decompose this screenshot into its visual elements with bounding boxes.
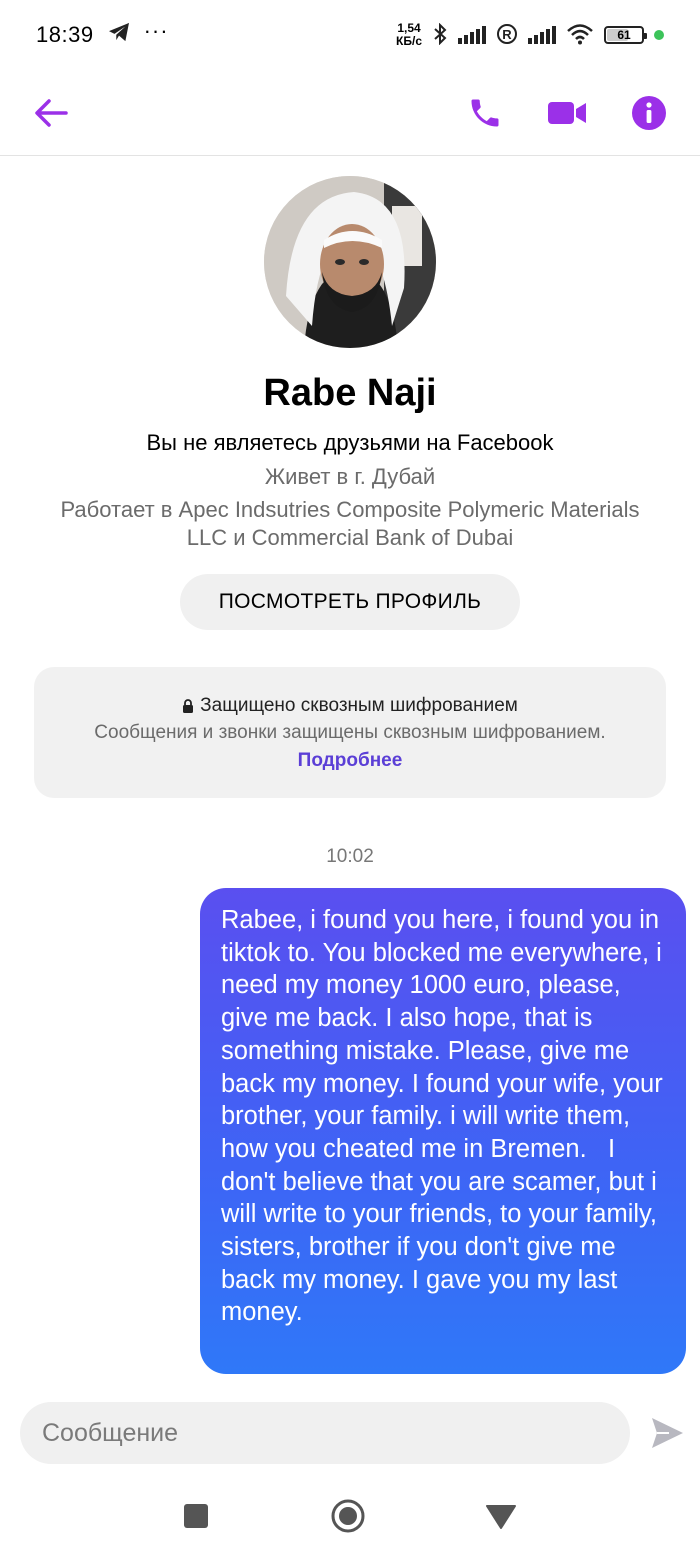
profile-avatar[interactable] [264, 176, 436, 348]
wifi-icon [566, 23, 594, 48]
back-nav-button[interactable] [481, 1496, 521, 1536]
phone-icon [471, 99, 499, 126]
video-call-button[interactable] [544, 90, 590, 136]
message-input[interactable]: Сообщение [20, 1402, 630, 1464]
outgoing-message-bubble[interactable]: Rabee, i found you here, i found you in … [200, 888, 686, 1374]
battery-icon: 61 [604, 26, 647, 44]
bluetooth-icon [432, 22, 448, 48]
more-notifications-icon: ··· [143, 18, 169, 43]
encryption-description: Сообщения и звонки защищены сквозным шиф… [34, 719, 666, 775]
view-profile-button[interactable]: ПОСМОТРЕТЬ ПРОФИЛЬ [180, 574, 520, 630]
message-timestamp: 10:02 [326, 846, 374, 867]
encryption-title-row: Защищено сквозным шифрованием [34, 695, 666, 717]
profile-name: Rabe Naji [263, 372, 437, 414]
home-button[interactable] [328, 1496, 368, 1536]
network-speed: 1,54 КБ/с [396, 22, 422, 48]
square-icon [184, 1504, 208, 1528]
video-camera-icon [548, 101, 586, 124]
voice-call-button[interactable] [462, 90, 508, 136]
recents-button[interactable] [176, 1496, 216, 1536]
network-speed-unit: КБ/с [396, 34, 422, 48]
profile-workplace: Работает в Apec Indsutries Composite Pol… [60, 497, 640, 550]
profile-location: Живет в г. Дубай [264, 464, 436, 489]
status-bar: 18:39 ··· 1,54 КБ/с R 61 [0, 0, 700, 70]
cellular-signal-icon [458, 26, 486, 44]
conversation-info-button[interactable] [626, 90, 672, 136]
send-icon [652, 1418, 683, 1448]
learn-more-link[interactable]: Подробнее [298, 750, 403, 771]
conversation-header [0, 70, 700, 156]
info-icon [632, 95, 666, 130]
encryption-title: Защищено сквозным шифрованием [200, 695, 518, 716]
telegram-icon [108, 22, 130, 48]
lock-icon [183, 699, 194, 713]
back-button[interactable] [28, 90, 74, 136]
roaming-icon: R [496, 23, 518, 48]
avatar-photo [264, 176, 436, 348]
status-left: 18:39 ··· [36, 18, 169, 48]
status-time: 18:39 [36, 22, 94, 47]
home-circle-icon [331, 1499, 365, 1533]
encryption-text: Сообщения и звонки защищены сквозным шиф… [94, 722, 606, 743]
battery-level: 61 [617, 28, 631, 42]
cellular-signal-icon-2 [528, 26, 556, 44]
friend-status: Вы не являетесь друзьями на Facebook [146, 430, 554, 455]
privacy-indicator-dot [654, 30, 664, 40]
status-right: 1,54 КБ/с R 61 [396, 22, 664, 48]
send-button[interactable] [644, 1410, 690, 1456]
encryption-notice: Защищено сквозным шифрованием Сообщения … [34, 667, 666, 798]
triangle-back-icon [486, 1505, 516, 1529]
arrow-left-icon [35, 98, 68, 127]
svg-text:R: R [502, 27, 512, 42]
system-navigation-bar [0, 1480, 700, 1556]
